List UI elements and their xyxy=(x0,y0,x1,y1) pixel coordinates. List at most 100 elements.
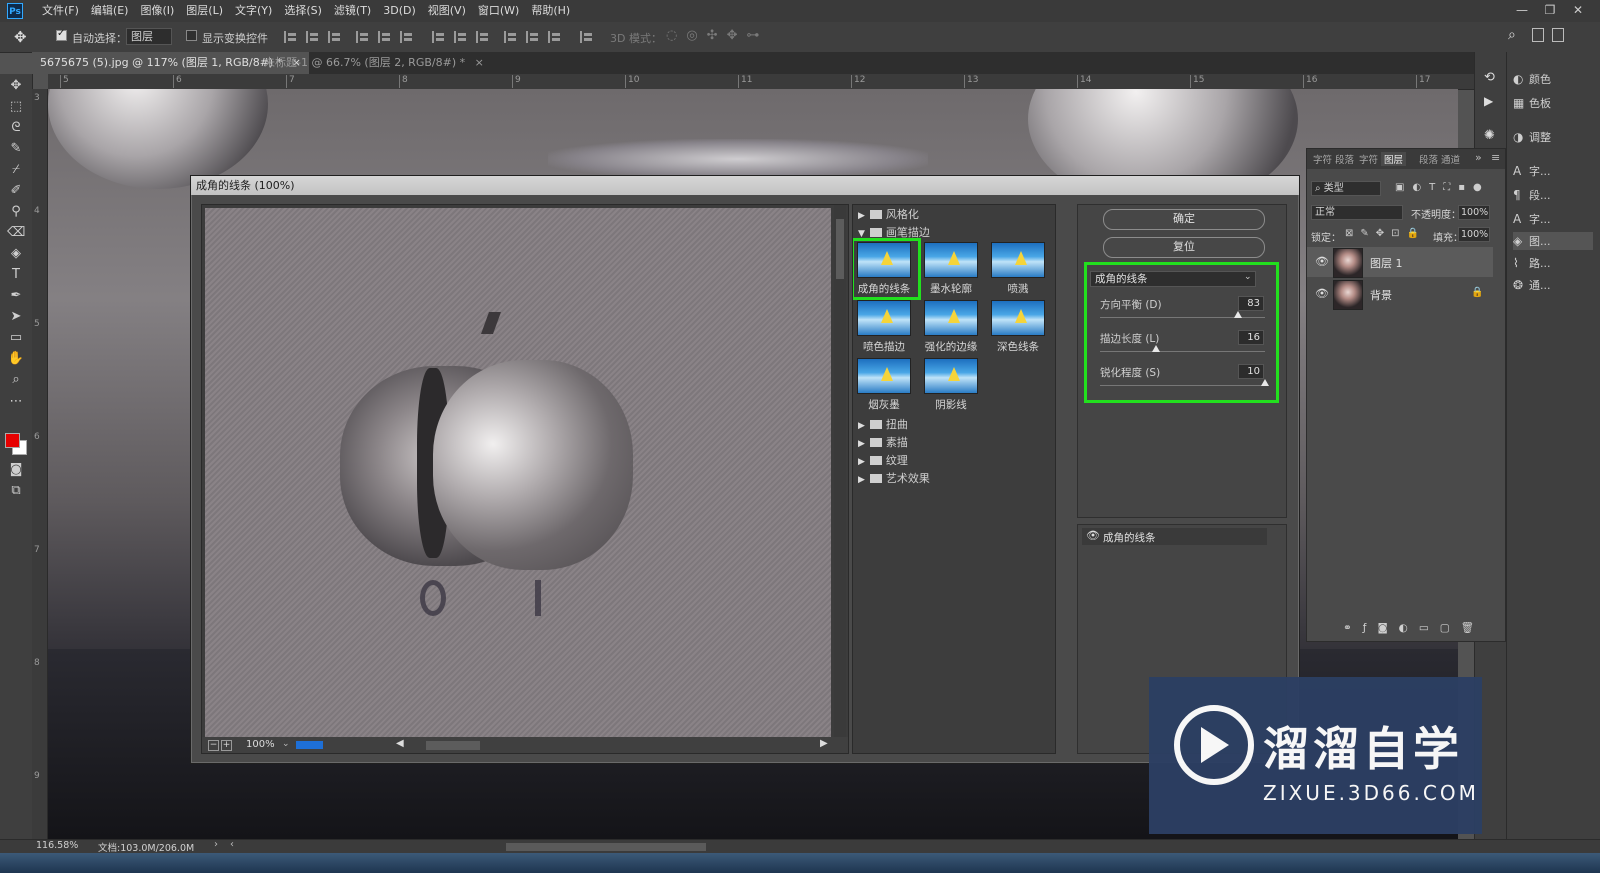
quick-mask-icon[interactable]: ◙ xyxy=(7,462,25,478)
zoom-out-button[interactable]: − xyxy=(208,740,219,751)
filter-spatter[interactable]: 喷溅 xyxy=(991,242,1045,297)
panel-adjustments[interactable]: ◑ 调整 xyxy=(1513,128,1551,146)
panel-menu-icon[interactable]: ≡ xyxy=(1491,151,1500,164)
h-scroll-thumb[interactable] xyxy=(426,741,480,750)
distribute-bottom-icon[interactable] xyxy=(476,31,488,43)
menu-file[interactable]: 文件(F) xyxy=(36,0,85,22)
filter-accented-edges[interactable]: 强化的边缘 xyxy=(924,300,978,355)
panel-layers[interactable]: ◈ 图... xyxy=(1513,232,1593,250)
filter-preview[interactable]: − + 100% ⌄ ◀ ▶ xyxy=(201,204,849,754)
panel-character[interactable]: A 字... xyxy=(1513,162,1551,180)
layers-footer-icons[interactable]: ⚭ƒ◙◐▭▢🗑 xyxy=(1343,621,1485,634)
foreground-color-swatch[interactable] xyxy=(5,433,20,448)
workspace-icon[interactable] xyxy=(1532,28,1544,42)
restore-button[interactable]: ❐ xyxy=(1536,0,1564,22)
filter-kind-dropdown[interactable]: ⌕ 类型 xyxy=(1311,181,1381,196)
align-vcenter-icon[interactable] xyxy=(306,31,318,43)
filter-crosshatch[interactable]: 阴影线 xyxy=(924,358,978,413)
align-right-icon[interactable] xyxy=(400,31,412,43)
close-button[interactable]: ✕ xyxy=(1564,0,1592,22)
move-tool-icon[interactable]: ✥ xyxy=(7,78,25,94)
distribute-top-icon[interactable] xyxy=(432,31,444,43)
stamp-tool-icon[interactable]: ⚲ xyxy=(7,204,25,220)
h-scroll-thumb[interactable] xyxy=(506,843,706,851)
marquee-tool-icon[interactable]: ⬚ xyxy=(7,99,25,115)
eyedropper-tool-icon[interactable]: ⌿ xyxy=(7,162,25,178)
lock-icons[interactable]: ⊠✎✥⊡🔒 xyxy=(1345,228,1426,239)
panel-paths[interactable]: ⌇ 路... xyxy=(1513,254,1551,272)
zoom-level[interactable]: 116.58% xyxy=(36,840,78,851)
panel-color[interactable]: ◐ 颜色 xyxy=(1513,70,1551,88)
scroll-left-icon[interactable]: ‹ xyxy=(230,839,234,850)
scroll-left-icon[interactable]: ◀ xyxy=(396,738,404,749)
share-icon[interactable] xyxy=(1552,28,1564,42)
align-hcenter-icon[interactable] xyxy=(378,31,390,43)
folder-sketch[interactable]: ▶ 素描 xyxy=(858,434,1048,451)
hand-tool-icon[interactable]: ✋ xyxy=(7,351,25,367)
menu-help[interactable]: 帮助(H) xyxy=(525,0,576,22)
auto-select-checkbox[interactable] xyxy=(56,28,67,41)
tab-document-2[interactable]: 未标题-1 @ 66.7% (图层 2, RGB/8#) * × xyxy=(256,52,492,74)
menu-type[interactable]: 文字(Y) xyxy=(229,0,278,22)
eye-icon[interactable]: 👁 xyxy=(1086,529,1100,542)
auto-align-icon[interactable] xyxy=(580,31,592,43)
type-tool-icon[interactable]: T xyxy=(7,267,25,283)
layer-row-background[interactable]: 👁 背景 🔒 xyxy=(1307,279,1493,310)
filter-sumi-e[interactable]: 烟灰墨 xyxy=(857,358,911,413)
panel-paragraph[interactable]: ¶ 段... xyxy=(1513,186,1551,204)
filter-dark-strokes[interactable]: 深色线条 xyxy=(991,300,1045,355)
minimize-button[interactable]: — xyxy=(1508,0,1536,22)
scroll-right-icon[interactable]: ▶ xyxy=(820,738,828,749)
zoom-dropdown-icon[interactable]: ⌄ xyxy=(282,739,290,749)
panel-swatches[interactable]: ▦ 色板 xyxy=(1513,94,1551,112)
panel-expand-icon[interactable]: » xyxy=(1475,151,1482,164)
align-bottom-icon[interactable] xyxy=(328,31,340,43)
layer-filter-icons[interactable]: ▣◐T⛶▪● xyxy=(1395,182,1490,193)
fill-input[interactable]: 100% xyxy=(1458,227,1490,242)
filter-ink-outlines[interactable]: 墨水轮廓 xyxy=(924,242,978,297)
menu-layer[interactable]: 图层(L) xyxy=(180,0,229,22)
rectangle-tool-icon[interactable]: ▭ xyxy=(7,330,25,346)
distribute-right-icon[interactable] xyxy=(548,31,560,43)
brush-tool-icon[interactable]: ✐ xyxy=(7,183,25,199)
tab-paragraph[interactable]: 段落 xyxy=(1335,152,1354,166)
tab-close-icon[interactable]: × xyxy=(475,56,484,69)
folder-artistic[interactable]: ▶ 艺术效果 xyxy=(858,470,1048,487)
lasso-tool-icon[interactable]: ᘓ xyxy=(7,120,25,136)
menu-view[interactable]: 视图(V) xyxy=(422,0,472,22)
actions-play-icon[interactable]: ▶ xyxy=(1484,94,1493,108)
distribute-vcenter-icon[interactable] xyxy=(454,31,466,43)
opacity-input[interactable]: 100% xyxy=(1458,205,1490,220)
scroll-thumb[interactable] xyxy=(836,219,844,279)
eraser-tool-icon[interactable]: ⌫ xyxy=(7,225,25,241)
preview-image[interactable] xyxy=(205,208,831,738)
zoom-in-button[interactable]: + xyxy=(221,740,232,751)
eye-icon[interactable]: 👁 xyxy=(1315,287,1329,300)
menu-image[interactable]: 图像(I) xyxy=(134,0,180,22)
panel-character-styles[interactable]: A 字... xyxy=(1513,210,1551,228)
tab-character-2[interactable]: 字符 xyxy=(1359,152,1378,166)
menu-edit[interactable]: 编辑(E) xyxy=(85,0,135,22)
more-tools-icon[interactable]: ⋯ xyxy=(7,394,25,410)
tab-character[interactable]: 字符 xyxy=(1313,152,1332,166)
paint-bucket-tool-icon[interactable]: ◈ xyxy=(7,246,25,262)
quick-select-tool-icon[interactable]: ✎ xyxy=(7,141,25,157)
folder-texture[interactable]: ▶ 纹理 xyxy=(858,452,1048,469)
move-tool-icon[interactable]: ✥ xyxy=(14,28,27,46)
path-select-tool-icon[interactable]: ➤ xyxy=(7,309,25,325)
menu-3d[interactable]: 3D(D) xyxy=(377,0,422,22)
folder-distort[interactable]: ▶ 扭曲 xyxy=(858,416,1048,433)
menu-filter[interactable]: 滤镜(T) xyxy=(328,0,377,22)
menu-select[interactable]: 选择(S) xyxy=(278,0,328,22)
distribute-left-icon[interactable] xyxy=(504,31,516,43)
tab-paragraph-2[interactable]: 段落 xyxy=(1419,152,1438,166)
zoom-tool-icon[interactable]: ⌕ xyxy=(7,372,25,388)
tab-channels[interactable]: 通道 xyxy=(1441,152,1460,166)
reset-button[interactable]: 复位 xyxy=(1103,237,1265,258)
pen-tool-icon[interactable]: ✒ xyxy=(7,288,25,304)
filter-sprayed-strokes[interactable]: 喷色描边 xyxy=(857,300,911,355)
tab-layers[interactable]: 图层 xyxy=(1381,152,1407,166)
layer-row-1[interactable]: 👁 图层 1 xyxy=(1307,247,1493,278)
preview-vertical-scrollbar[interactable] xyxy=(834,205,846,737)
align-top-icon[interactable] xyxy=(284,31,296,43)
